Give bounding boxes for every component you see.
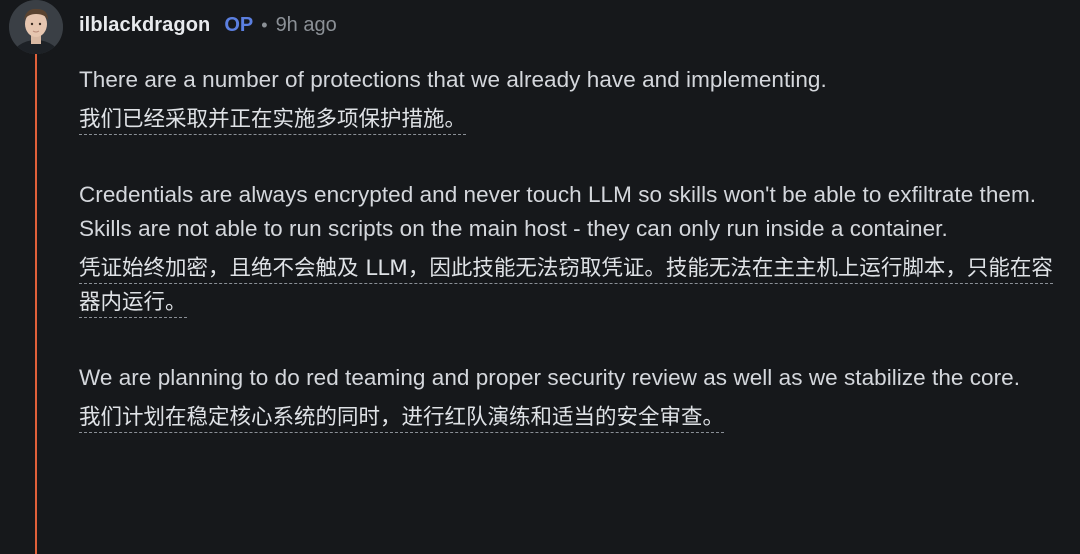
translation-text: 我们计划在稳定核心系统的同时，进行红队演练和适当的安全审查。 (79, 405, 725, 433)
avatar[interactable] (9, 0, 63, 54)
timestamp[interactable]: 9h ago (276, 14, 337, 37)
paragraph-translation: 我们已经采取并正在实施多项保护措施。 (79, 103, 1069, 137)
comment-header: ilblackdragon OP • 9h ago (79, 10, 337, 40)
comment-body: There are a number of protections that w… (79, 63, 1069, 435)
translation-text: 我们已经采取并正在实施多项保护措施。 (79, 107, 467, 135)
separator-dot: • (261, 14, 268, 35)
paragraph-original: We are planning to do red teaming and pr… (79, 365, 1021, 390)
thread-line (35, 52, 37, 554)
paragraph-original: There are a number of protections that w… (79, 67, 827, 92)
op-badge: OP (224, 13, 254, 36)
paragraph-translation: 凭证始终加密，且绝不会触及 LLM，因此技能无法窃取凭证。技能无法在主主机上运行… (79, 252, 1069, 320)
translation-text: 凭证始终加密，且绝不会触及 LLM，因此技能无法窃取凭证。技能无法在主主机上运行… (79, 256, 1053, 318)
username-link[interactable]: ilblackdragon (79, 14, 210, 37)
paragraph-translation: 我们计划在稳定核心系统的同时，进行红队演练和适当的安全审查。 (79, 401, 1069, 435)
user-avatar-icon (9, 0, 63, 54)
paragraph-original: Credentials are always encrypted and nev… (79, 182, 1037, 241)
